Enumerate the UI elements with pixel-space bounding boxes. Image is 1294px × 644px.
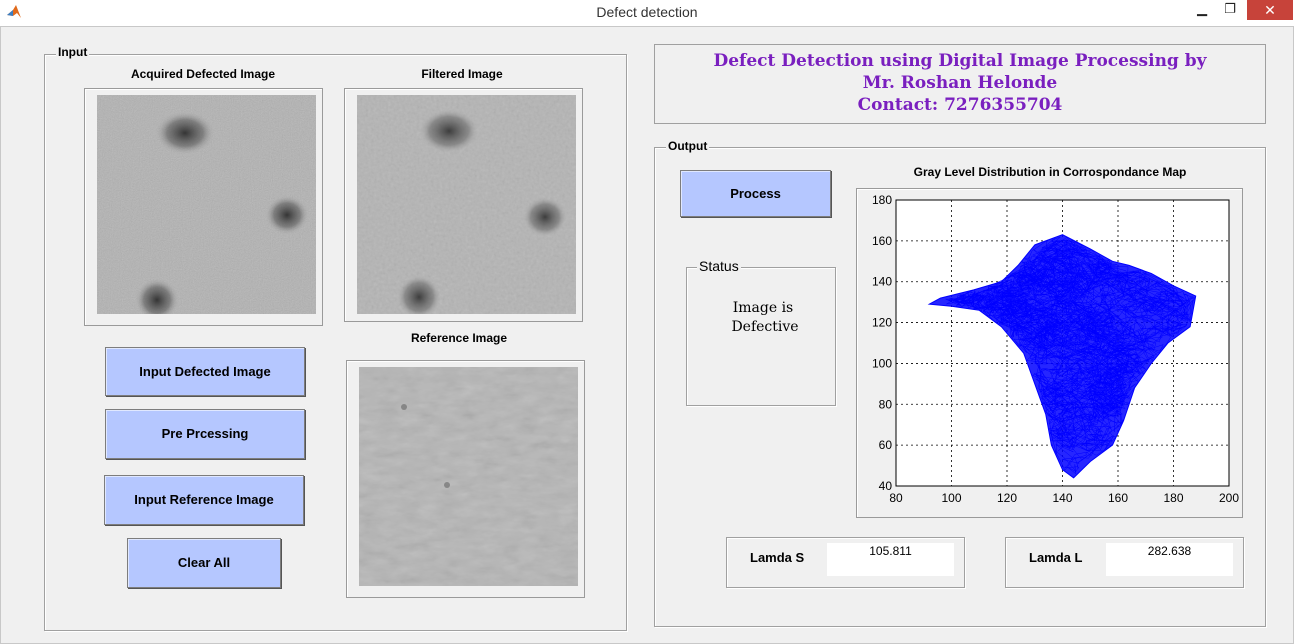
gray-level-chart: 80 100 120 140 160 180 200 40 60 80 100 120 140 160 18… <box>872 193 1239 505</box>
x-tick-label: 180 <box>1163 491 1183 505</box>
process-button[interactable]: Process <box>680 170 831 217</box>
input-defected-image-button[interactable]: Input Defected Image <box>105 347 305 396</box>
x-tick-label: 80 <box>889 491 903 505</box>
chart-title: Gray Level Distribution in Corrospondanc… <box>913 165 1187 179</box>
close-button[interactable]: ✕ <box>1247 0 1293 20</box>
header-contact: Contact: 7276355704 <box>857 95 1063 115</box>
acquired-image-title: Acquired Defected Image <box>130 67 276 81</box>
lamda-l-label: Lamda L <box>1029 550 1083 565</box>
y-tick-label: 160 <box>872 234 892 248</box>
filtered-image-title: Filtered Image <box>421 67 503 81</box>
filtered-image <box>357 95 576 314</box>
reference-image-frame <box>346 360 585 598</box>
x-tick-label: 200 <box>1219 491 1239 505</box>
status-panel <box>686 267 836 406</box>
y-tick-label: 80 <box>879 397 893 411</box>
title-bar[interactable]: Defect detection ▁ ❐ ✕ <box>0 0 1294 27</box>
x-tick-label: 140 <box>1052 491 1072 505</box>
filtered-image-frame <box>344 88 583 322</box>
header-title: Defect Detection using Digital Image Pro… <box>713 51 1207 71</box>
x-tick-label: 100 <box>941 491 961 505</box>
status-line-2: Defective <box>731 319 799 335</box>
lamda-s-label: Lamda S <box>750 550 805 565</box>
acquired-defected-image <box>97 95 316 314</box>
clear-all-button[interactable]: Clear All <box>127 538 281 588</box>
y-tick-label: 180 <box>872 193 892 207</box>
y-tick-label: 100 <box>872 356 892 370</box>
input-panel-label: Input <box>56 45 90 59</box>
reference-image-title: Reference Image <box>410 331 508 345</box>
window-title: Defect detection <box>596 4 698 20</box>
pre-processing-button[interactable]: Pre Prcessing <box>105 409 305 459</box>
status-panel-label: Status <box>697 258 741 274</box>
lamda-l-field[interactable]: 282.638 <box>1106 543 1233 576</box>
reference-image <box>359 367 578 586</box>
maximize-button[interactable]: ❐ <box>1218 0 1242 20</box>
input-reference-image-button[interactable]: Input Reference Image <box>104 475 304 525</box>
y-tick-label: 120 <box>872 316 892 330</box>
close-icon: ✕ <box>1264 2 1276 18</box>
y-tick-label: 60 <box>879 438 893 452</box>
chart-frame: 80 100 120 140 160 180 200 40 60 80 100 120 140 160 18… <box>856 188 1243 518</box>
minimize-button[interactable]: ▁ <box>1190 0 1214 20</box>
x-tick-label: 160 <box>1108 491 1128 505</box>
output-panel-label: Output <box>666 139 710 153</box>
minimize-icon: ▁ <box>1197 1 1207 16</box>
status-line-1: Image is <box>732 300 794 316</box>
x-tick-label: 120 <box>997 491 1017 505</box>
lamda-s-field[interactable]: 105.811 <box>827 543 954 576</box>
maximize-icon: ❐ <box>1224 1 1236 16</box>
header-panel: Defect Detection using Digital Image Pro… <box>654 44 1266 124</box>
y-tick-label: 40 <box>879 479 893 493</box>
y-tick-label: 140 <box>872 275 892 289</box>
acquired-image-frame <box>84 88 323 326</box>
header-author: Mr. Roshan Helonde <box>862 73 1058 93</box>
